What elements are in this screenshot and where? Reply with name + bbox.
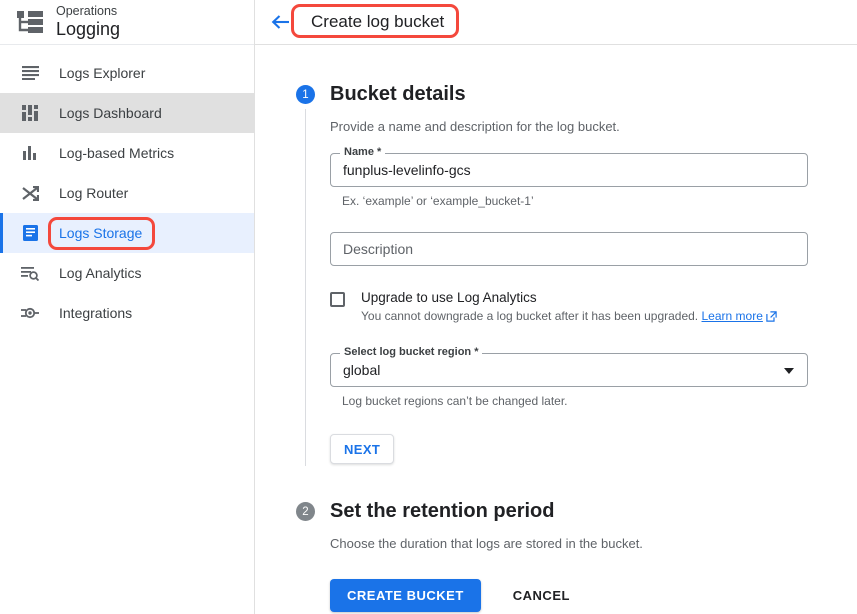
shuffle-arrows-icon <box>13 185 47 201</box>
sidebar-item-label: Log Analytics <box>59 265 142 281</box>
document-lines-icon <box>13 225 47 241</box>
name-field[interactable]: Name * funplus-levelinfo-gcs <box>330 146 808 187</box>
sidebar-item-logs-storage[interactable]: Logs Storage <box>0 213 254 253</box>
sidebar-item-label: Log-based Metrics <box>59 145 175 161</box>
form-content: 1 Bucket details Provide a name and desc… <box>255 45 857 612</box>
next-button[interactable]: NEXT <box>330 434 395 464</box>
sidebar-item-label: Logs Storage <box>59 225 143 241</box>
main-content: Create log bucket 1 Bucket details Provi… <box>255 0 857 614</box>
page-title: Create log bucket <box>311 12 445 31</box>
top-bar: Create log bucket <box>255 0 857 45</box>
sidebar-item-logs-dashboard[interactable]: Logs Dashboard <box>0 93 254 133</box>
step-heading: Set the retention period <box>330 500 555 522</box>
description-field[interactable]: Description <box>330 232 808 266</box>
upgrade-log-analytics-checkbox[interactable] <box>330 292 345 307</box>
step-retention-period: 2 Set the retention period Choose the du… <box>285 500 857 612</box>
name-field-value: funplus-levelinfo-gcs <box>343 162 471 178</box>
sidebar: Operations Logging Logs Explorer Logs Da… <box>0 0 255 614</box>
step-badge-1: 1 <box>296 85 315 104</box>
step-bucket-details: 1 Bucket details Provide a name and desc… <box>285 83 857 466</box>
step-description: Provide a name and description for the l… <box>330 119 620 134</box>
name-field-hint: Ex. ‘example’ or ‘example_bucket-1’ <box>342 194 534 208</box>
cancel-button[interactable]: CANCEL <box>507 579 576 612</box>
app-root: Operations Logging Logs Explorer Logs Da… <box>0 0 857 614</box>
create-bucket-button[interactable]: CREATE BUCKET <box>330 579 481 612</box>
region-select[interactable]: Select log bucket region * global <box>330 346 808 387</box>
sidebar-nav: Logs Explorer Logs Dashboard Log-based M… <box>0 45 254 333</box>
step-badge-2: 2 <box>296 502 315 521</box>
chevron-down-icon[interactable] <box>784 368 794 374</box>
region-select-hint: Log bucket regions can’t be changed late… <box>342 394 568 408</box>
sidebar-item-logs-explorer[interactable]: Logs Explorer <box>0 53 254 93</box>
sidebar-item-label: Logs Dashboard <box>59 105 162 121</box>
integration-node-icon <box>13 305 47 321</box>
bar-chart-icon <box>13 146 47 160</box>
description-field-placeholder: Description <box>343 241 414 257</box>
learn-more-link[interactable]: Learn more <box>702 309 763 323</box>
sidebar-item-label: Integrations <box>59 305 133 321</box>
sidebar-item-label: Logs Explorer <box>59 65 146 81</box>
upgrade-sub-text: You cannot downgrade a log bucket after … <box>361 309 699 323</box>
sidebar-item-log-router[interactable]: Log Router <box>0 173 254 213</box>
sidebar-item-log-analytics[interactable]: Log Analytics <box>0 253 254 293</box>
upgrade-log-analytics-label: Upgrade to use Log Analytics <box>361 290 537 305</box>
form-actions: CREATE BUCKET CANCEL <box>330 579 857 612</box>
logging-hierarchy-icon <box>13 11 47 33</box>
back-arrow-icon[interactable] <box>265 7 295 37</box>
list-search-icon <box>13 266 47 281</box>
external-link-icon[interactable] <box>766 311 777 325</box>
dashboard-blocks-icon <box>13 105 47 121</box>
upgrade-log-analytics-sub: You cannot downgrade a log bucket after … <box>361 309 777 325</box>
list-lines-icon <box>13 66 47 80</box>
brand-subtitle: Operations <box>56 4 118 19</box>
step-description: Choose the duration that logs are stored… <box>330 536 643 551</box>
step-heading: Bucket details <box>330 83 466 105</box>
brand-title: Logging <box>56 18 121 39</box>
brand-header: Operations Logging <box>0 0 254 45</box>
step-connector-line <box>305 109 306 466</box>
upgrade-log-analytics-row[interactable]: Upgrade to use Log Analytics You cannot … <box>330 290 857 325</box>
region-select-value: global <box>343 362 381 378</box>
sidebar-item-label: Log Router <box>59 185 129 201</box>
sidebar-item-log-based-metrics[interactable]: Log-based Metrics <box>0 133 254 173</box>
sidebar-item-integrations[interactable]: Integrations <box>0 293 254 333</box>
